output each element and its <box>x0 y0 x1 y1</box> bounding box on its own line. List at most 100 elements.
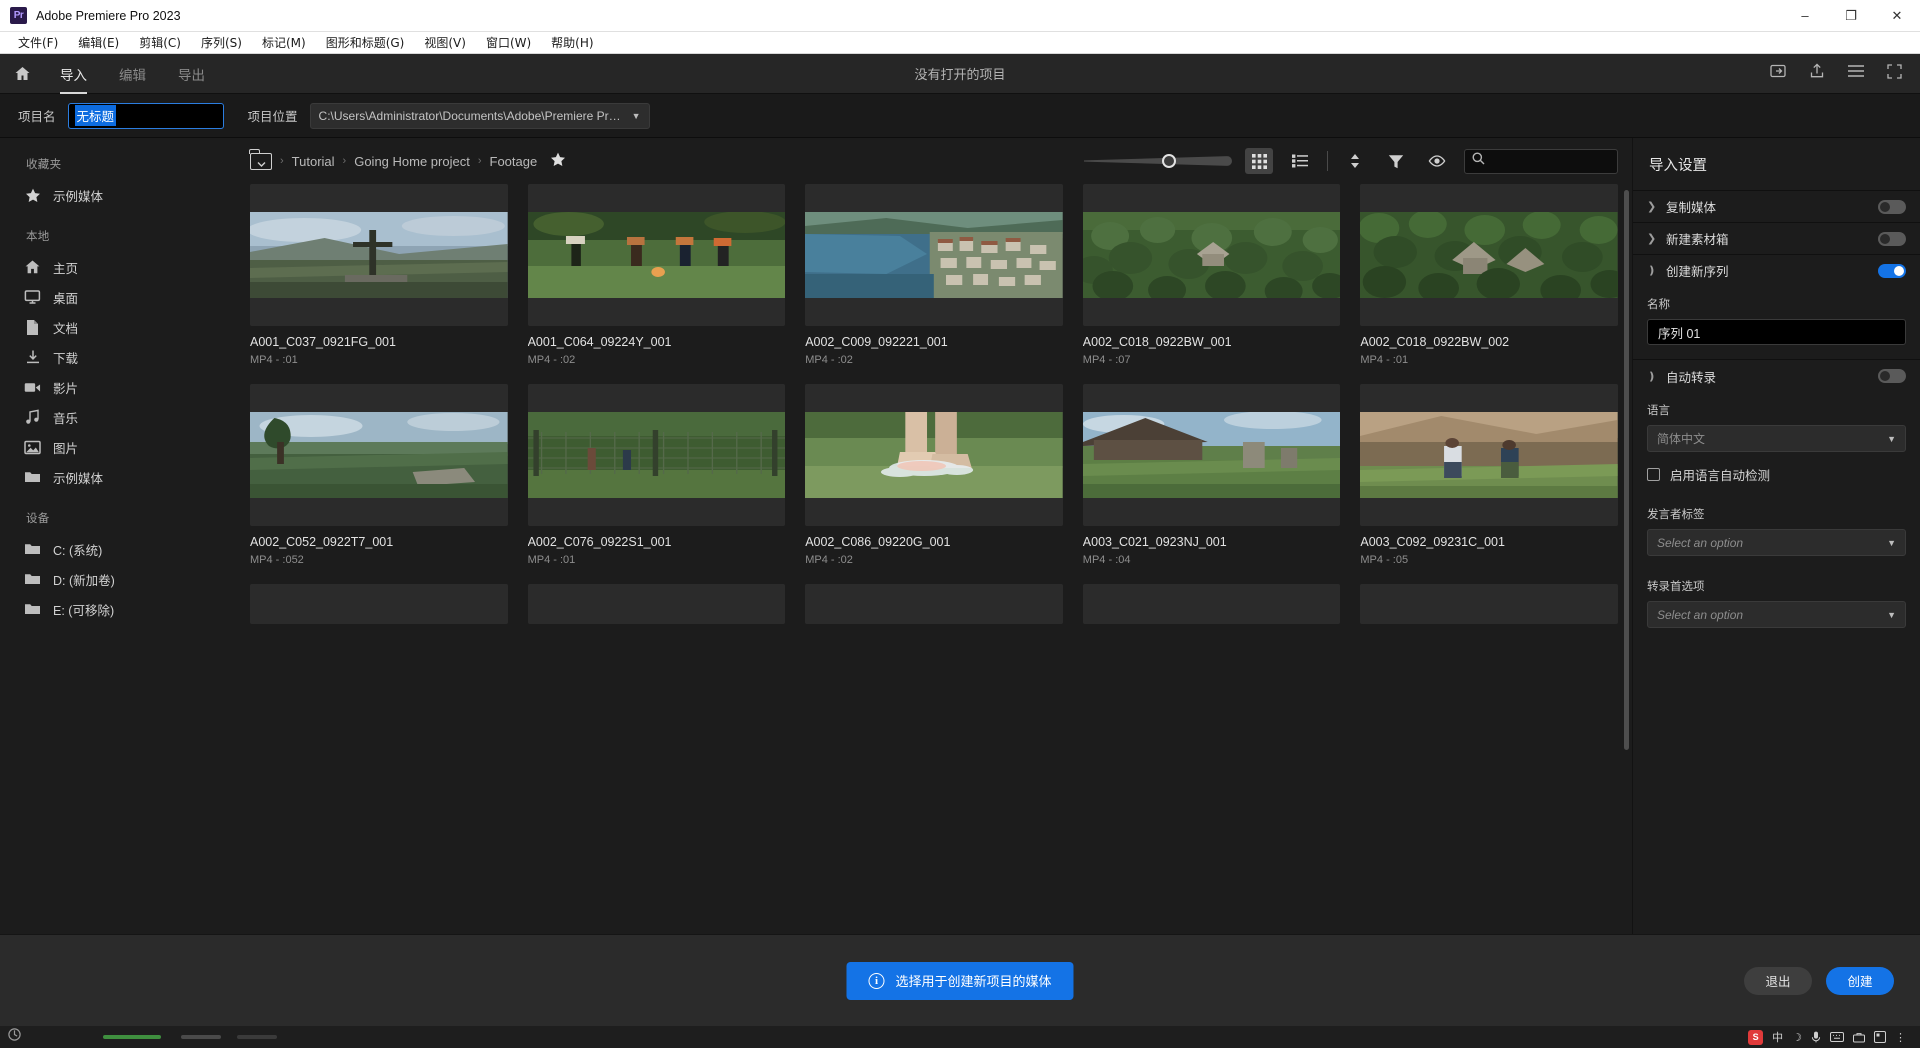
import-panel-icon[interactable] <box>1770 63 1787 84</box>
speaker-select[interactable]: Select an option ▼ <box>1647 529 1906 556</box>
copy-media-toggle[interactable] <box>1878 200 1906 214</box>
media-card[interactable] <box>1083 584 1341 624</box>
sidebar-item-drive-e[interactable]: E: (可移除) <box>0 594 231 624</box>
chevron-down-icon[interactable]: ❫ <box>1647 264 1657 277</box>
sidebar-item-drive-d[interactable]: D: (新加卷) <box>0 564 231 594</box>
media-thumbnail[interactable] <box>250 584 508 624</box>
menu-clip[interactable]: 剪辑(C) <box>129 32 191 53</box>
sidebar-item-drive-c[interactable]: C: (系统) <box>0 534 231 564</box>
tab-import[interactable]: 导入 <box>44 54 103 94</box>
sidebar-item-movies[interactable]: 影片 <box>0 372 231 402</box>
media-thumbnail[interactable] <box>1083 184 1341 326</box>
search-field[interactable] <box>1491 154 1646 168</box>
taskbar-item[interactable] <box>103 1035 161 1039</box>
sidebar-item-desktop[interactable]: 桌面 <box>0 282 231 312</box>
tab-export[interactable]: 导出 <box>162 54 221 94</box>
palette-icon[interactable] <box>1874 1031 1886 1043</box>
setting-auto-transcribe[interactable]: ❫ 自动转录 <box>1633 360 1920 392</box>
close-button[interactable]: ✕ <box>1874 0 1920 32</box>
sidebar-item-home[interactable]: 主页 <box>0 252 231 282</box>
media-card[interactable]: A002_C009_092221_001 MP4 - :02 <box>805 184 1063 366</box>
media-thumbnail[interactable] <box>1360 384 1618 526</box>
menu-marker[interactable]: 标记(M) <box>252 32 316 53</box>
setting-copy-media[interactable]: ❯ 复制媒体 <box>1633 190 1920 222</box>
eye-icon[interactable] <box>1423 148 1451 174</box>
sidebar-item-pictures[interactable]: 图片 <box>0 432 231 462</box>
thumbnail-zoom-slider[interactable] <box>1084 153 1232 169</box>
media-thumbnail[interactable] <box>250 184 508 326</box>
taskbar-item[interactable] <box>181 1035 221 1039</box>
menu-sequence[interactable]: 序列(S) <box>191 32 252 53</box>
media-card[interactable] <box>528 584 786 624</box>
sidebar-item-sample-media[interactable]: 示例媒体 <box>0 462 231 492</box>
media-grid-scroll[interactable]: A001_C037_0921FG_001 MP4 - :01 <box>232 184 1632 934</box>
home-icon[interactable] <box>0 65 44 82</box>
ime-icon[interactable]: 中 <box>1772 1029 1783 1045</box>
media-thumbnail[interactable] <box>805 184 1063 326</box>
tab-edit[interactable]: 编辑 <box>103 54 162 94</box>
project-location-select[interactable]: C:\Users\Administrator\Documents\Adobe\P… <box>310 103 650 129</box>
media-card[interactable]: A001_C064_09224Y_001 MP4 - :02 <box>528 184 786 366</box>
media-card[interactable]: A003_C021_0923NJ_001 MP4 - :04 <box>1083 384 1341 566</box>
list-view-icon[interactable] <box>1286 148 1314 174</box>
media-thumbnail[interactable] <box>1083 584 1341 624</box>
sogou-icon[interactable]: S <box>1748 1030 1763 1045</box>
moon-icon[interactable]: ☽ <box>1792 1031 1802 1044</box>
media-thumbnail[interactable] <box>528 184 786 326</box>
media-thumbnail[interactable] <box>528 384 786 526</box>
media-card[interactable]: A001_C037_0921FG_001 MP4 - :01 <box>250 184 508 366</box>
media-card[interactable] <box>250 584 508 624</box>
checkbox-icon[interactable] <box>1647 468 1660 481</box>
mic-icon[interactable] <box>1811 1031 1821 1043</box>
minimize-button[interactable]: – <box>1782 0 1828 32</box>
media-card[interactable]: A003_C092_09231C_001 MP4 - :05 <box>1360 384 1618 566</box>
zoom-slider-knob[interactable] <box>1162 154 1176 168</box>
fullscreen-icon[interactable] <box>1887 64 1902 84</box>
menu-graphics[interactable]: 图形和标题(G) <box>316 32 415 53</box>
search-input[interactable] <box>1464 149 1618 174</box>
sequence-name-input[interactable]: 序列 01 <box>1647 319 1906 345</box>
breadcrumb-footage[interactable]: Footage <box>490 154 538 169</box>
media-card[interactable]: A002_C018_0922BW_002 MP4 - :01 <box>1360 184 1618 366</box>
media-card[interactable]: A002_C086_09220G_001 MP4 - :02 <box>805 384 1063 566</box>
taskbar-start-icon[interactable] <box>8 1028 21 1046</box>
sort-icon[interactable] <box>1341 148 1369 174</box>
setting-new-sequence[interactable]: ❫ 创建新序列 <box>1633 254 1920 286</box>
media-card[interactable]: A002_C018_0922BW_001 MP4 - :07 <box>1083 184 1341 366</box>
vertical-scrollbar[interactable] <box>1624 190 1629 750</box>
breadcrumb-tutorial[interactable]: Tutorial <box>292 154 335 169</box>
sidebar-item-downloads[interactable]: 下载 <box>0 342 231 372</box>
chevron-right-icon[interactable]: ❯ <box>1647 200 1657 213</box>
new-sequence-toggle[interactable] <box>1878 264 1906 278</box>
new-bin-toggle[interactable] <box>1878 232 1906 246</box>
setting-new-bin[interactable]: ❯ 新建素材箱 <box>1633 222 1920 254</box>
sidebar-item-music[interactable]: 音乐 <box>0 402 231 432</box>
maximize-button[interactable]: ❐ <box>1828 0 1874 32</box>
menu-edit[interactable]: 编辑(E) <box>68 32 129 53</box>
media-thumbnail[interactable] <box>250 384 508 526</box>
chevron-down-icon[interactable]: ❫ <box>1647 370 1657 383</box>
filter-icon[interactable] <box>1382 148 1410 174</box>
folder-dropdown-icon[interactable] <box>250 153 272 170</box>
toolbox-icon[interactable] <box>1853 1032 1865 1043</box>
media-thumbnail[interactable] <box>805 384 1063 526</box>
media-card[interactable] <box>1360 584 1618 624</box>
create-button[interactable]: 创建 <box>1826 967 1894 995</box>
media-thumbnail[interactable] <box>1360 584 1618 624</box>
menu-file[interactable]: 文件(F) <box>8 32 68 53</box>
keyboard-icon[interactable] <box>1830 1032 1844 1042</box>
media-thumbnail[interactable] <box>528 584 786 624</box>
media-thumbnail[interactable] <box>1083 384 1341 526</box>
favorite-star-icon[interactable] <box>550 152 566 171</box>
taskbar-item[interactable] <box>237 1035 277 1039</box>
breadcrumb-going-home-project[interactable]: Going Home project <box>354 154 470 169</box>
autodetect-language-checkbox[interactable]: 启用语言自动检测 <box>1633 452 1920 484</box>
project-name-input[interactable]: 无标题 <box>68 103 224 129</box>
chevron-right-icon[interactable]: ❯ <box>1647 232 1657 245</box>
auto-transcribe-toggle[interactable] <box>1878 369 1906 383</box>
pref-select[interactable]: Select an option ▼ <box>1647 601 1906 628</box>
media-thumbnail[interactable] <box>805 584 1063 624</box>
cancel-button[interactable]: 退出 <box>1744 967 1812 995</box>
grid-view-icon[interactable] <box>1245 148 1273 174</box>
media-thumbnail[interactable] <box>1360 184 1618 326</box>
